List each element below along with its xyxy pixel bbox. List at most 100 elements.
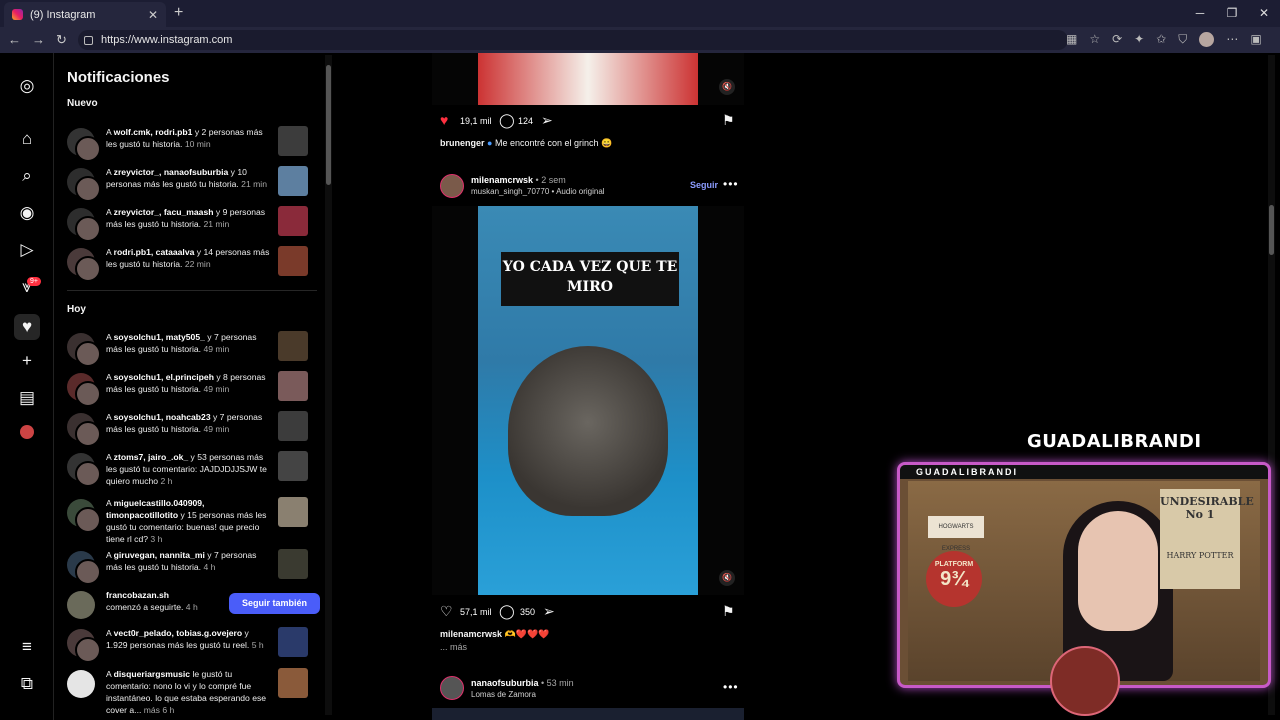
notification-text: A ztoms7, jairo_.ok_ y 53 personas más l… <box>106 452 267 486</box>
avatar[interactable] <box>67 413 101 447</box>
refresh-icon[interactable]: ↻ <box>56 32 67 48</box>
more-options-icon[interactable]: ••• <box>723 680 739 694</box>
search-icon[interactable]: ⌕ <box>17 166 37 186</box>
notification-item[interactable]: A wolf.cmk, rodri.pb1 y 2 personas más l… <box>67 126 317 164</box>
avatar[interactable] <box>67 373 101 407</box>
avatar[interactable] <box>67 591 95 619</box>
share-icon[interactable]: ➢ <box>541 112 553 129</box>
notifications-panel: Notificaciones Nuevo A wolf.cmk, rodri.p… <box>55 53 325 720</box>
avatar[interactable] <box>67 333 101 367</box>
notification-item[interactable]: francobazan.sh comenzó a seguirte. 4 h S… <box>67 589 320 627</box>
tab-instagram[interactable]: (9) Instagram ✕ <box>4 2 166 27</box>
close-window-icon[interactable]: ✕ <box>1248 0 1280 27</box>
panel-scrollbar[interactable] <box>325 55 332 715</box>
puzzle-icon[interactable]: ✦ <box>1134 32 1144 47</box>
reels-icon[interactable]: ▷ <box>17 240 37 260</box>
extensions-icon[interactable]: ⟳ <box>1112 32 1122 47</box>
more-link[interactable]: ... más <box>440 642 467 652</box>
avatar[interactable] <box>67 670 95 698</box>
comment-icon[interactable]: ◯ <box>499 112 515 129</box>
reel-thumbnail[interactable] <box>278 668 308 698</box>
notification-item[interactable]: A rodri.pb1, cataaalva y 14 personas más… <box>67 246 317 284</box>
reel-thumbnail[interactable] <box>278 451 308 481</box>
story-thumbnail[interactable] <box>278 371 308 401</box>
notification-item[interactable]: A soysolchu1, maty505_ y 7 personas más … <box>67 331 317 369</box>
tab-close-icon[interactable]: ✕ <box>148 8 158 22</box>
more-icon[interactable]: ⋯ <box>1226 32 1238 47</box>
follow-button[interactable]: Seguir <box>690 180 718 190</box>
avatar[interactable] <box>67 453 101 487</box>
notification-text: A disqueriargsmusic le gustó tu comentar… <box>106 669 267 715</box>
reader-icon[interactable]: ▦ <box>1066 32 1077 47</box>
mute-icon[interactable]: 🔇 <box>719 79 735 95</box>
story-thumbnail[interactable] <box>278 331 308 361</box>
favorite-star-icon[interactable]: ☆ <box>1089 32 1100 47</box>
reel-thumbnail[interactable] <box>278 497 308 527</box>
more-options-icon[interactable]: ••• <box>723 177 739 191</box>
menu-icon[interactable]: ≡ <box>17 637 37 657</box>
notification-item[interactable]: A vect0r_pelado, tobias.g.ovejero y 1.92… <box>67 627 317 665</box>
follow-back-button[interactable]: Seguir también <box>229 593 320 614</box>
explore-icon[interactable]: ◉ <box>17 203 37 223</box>
notification-item[interactable]: A giruvegan, nannita_mi y 7 personas más… <box>67 549 317 587</box>
minimize-icon[interactable]: ─ <box>1184 0 1216 27</box>
favorites-icon[interactable]: ✩ <box>1156 32 1166 47</box>
feed-scrollbar-thumb[interactable] <box>1269 205 1274 255</box>
save-bookmark-icon[interactable]: ⚑ <box>722 603 735 620</box>
notification-item[interactable]: A zreyvictor_, nanaofsuburbia y 10 perso… <box>67 166 317 204</box>
notification-item[interactable]: A ztoms7, jairo_.ok_ y 53 personas más l… <box>67 451 317 489</box>
avatar[interactable] <box>67 499 101 533</box>
post-author[interactable]: milenamcrwsk • 2 sem <box>471 175 566 185</box>
tab-strip: (9) Instagram ✕ + ─ ❐ ✕ <box>0 0 1280 27</box>
share-icon[interactable]: ➢ <box>543 603 555 620</box>
story-thumbnail[interactable] <box>278 206 308 236</box>
sidebar-icon[interactable]: ▣ <box>1250 32 1261 47</box>
apps-icon[interactable]: ⧉ <box>17 674 37 694</box>
post-author[interactable]: nanaofsuburbia • 53 min <box>471 678 574 688</box>
story-thumbnail[interactable] <box>278 549 308 579</box>
reel-thumbnail[interactable] <box>278 627 308 657</box>
post-author-avatar[interactable] <box>440 676 464 700</box>
avatar[interactable] <box>67 248 101 282</box>
forward-icon[interactable]: → <box>32 32 45 47</box>
dashboard-icon[interactable]: ▤ <box>17 388 37 408</box>
story-thumbnail[interactable] <box>278 126 308 156</box>
profile-avatar[interactable] <box>1199 32 1215 47</box>
liked-heart-icon[interactable]: ♥ <box>440 112 448 128</box>
post-media[interactable] <box>432 708 744 720</box>
story-thumbnail[interactable] <box>278 246 308 276</box>
avatar[interactable] <box>67 128 101 162</box>
post-media[interactable] <box>432 53 744 105</box>
save-bookmark-icon[interactable]: ⚑ <box>722 112 735 129</box>
post-audio[interactable]: muskan_singh_70770 • Audio original <box>471 187 605 196</box>
mute-icon[interactable]: 🔇 <box>719 570 735 586</box>
maximize-icon[interactable]: ❐ <box>1216 0 1248 27</box>
back-icon[interactable]: ← <box>8 32 21 47</box>
notification-item[interactable]: A disqueriargsmusic le gustó tu comentar… <box>67 668 317 720</box>
notification-item[interactable]: A soysolchu1, noahcab23 y 7 personas más… <box>67 411 317 449</box>
url-field[interactable]: https://www.instagram.com <box>78 30 1068 50</box>
story-thumbnail[interactable] <box>278 166 308 196</box>
notifications-heart-icon[interactable]: ♥ <box>14 314 40 340</box>
instagram-logo-icon[interactable]: ◎ <box>17 76 37 96</box>
notification-item[interactable]: A miguelcastillo.040909, timonpacotillot… <box>67 497 317 544</box>
home-icon[interactable]: ⌂ <box>17 129 37 149</box>
story-thumbnail[interactable] <box>278 411 308 441</box>
notification-text: A zreyvictor_, nanaofsuburbia y 10 perso… <box>106 167 267 189</box>
comment-icon[interactable]: ◯ <box>499 603 515 620</box>
address-bar-row: ← → ↻ https://www.instagram.com ▦ ☆ ⟳ ✦ … <box>0 27 1280 53</box>
notification-item[interactable]: A zreyvictor_, facu_maash y 9 personas m… <box>67 206 317 244</box>
shield-icon[interactable]: ⛉ <box>1178 32 1187 47</box>
like-heart-icon[interactable]: ♡ <box>440 603 453 620</box>
avatar[interactable] <box>67 208 101 242</box>
panel-scrollbar-thumb[interactable] <box>326 65 331 185</box>
new-tab-button[interactable]: + <box>174 4 183 22</box>
avatar[interactable] <box>67 168 101 202</box>
create-icon[interactable]: + <box>17 351 37 371</box>
avatar[interactable] <box>67 629 101 663</box>
avatar[interactable] <box>67 551 101 585</box>
post-location[interactable]: Lomas de Zamora <box>471 690 536 699</box>
post-author-avatar[interactable] <box>440 174 464 198</box>
notification-item[interactable]: A soysolchu1, el.principeh y 8 personas … <box>67 371 317 409</box>
profile-icon[interactable] <box>20 425 34 439</box>
